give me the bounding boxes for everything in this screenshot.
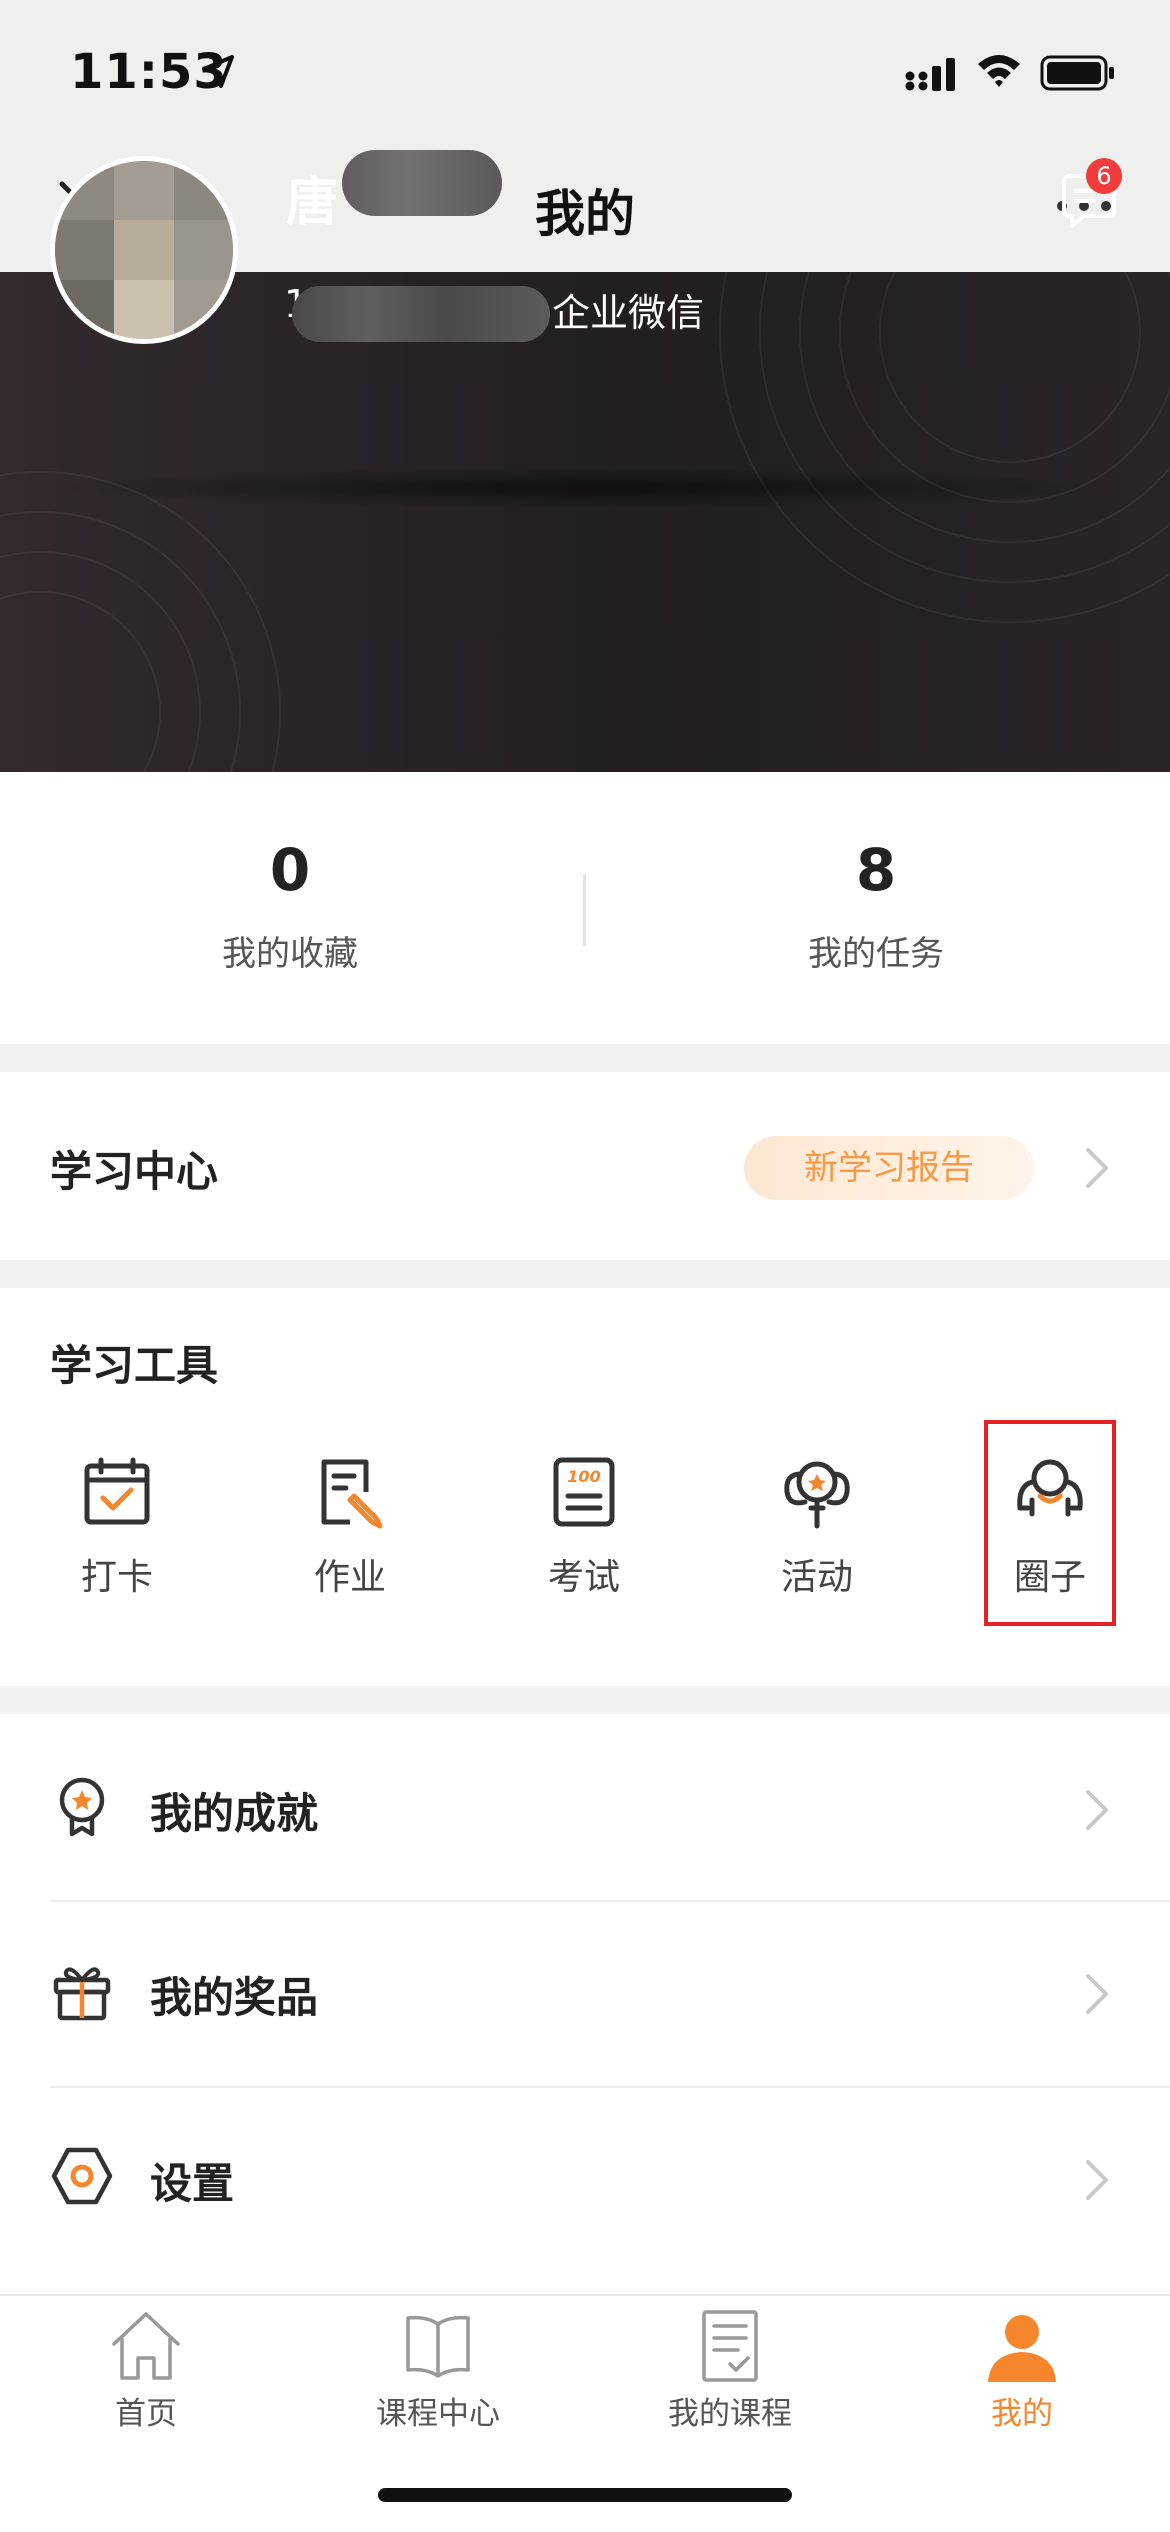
book-icon [406,2315,470,2378]
exam-icon: 100 [553,1457,615,1527]
wifi-icon [978,55,1020,87]
medal-icon [59,1777,105,1837]
profile-header [0,272,1170,772]
tab-home[interactable]: 首页 [0,2308,292,2433]
chevron-right-icon [1086,1790,1108,1830]
calendar-check-icon [84,1457,150,1525]
tool-homework-label: 作业 [313,1557,386,1598]
tool-checkin[interactable]: 打卡 [0,1452,234,1600]
user-name: 唐 [286,173,339,233]
location-arrow-icon [202,55,234,88]
org-mosaic [292,286,550,342]
favorites-count: 0 [269,836,311,904]
tasks-label: 我的任务 [808,934,944,974]
tab-mine-label: 我的 [991,2396,1053,2432]
chevron-right-icon [1086,1974,1108,2014]
stats-divider [583,874,586,946]
name-mosaic [342,150,502,216]
tab-mine[interactable]: 我的 [876,2308,1168,2433]
row-achievements-label: 我的成就 [150,1789,319,1838]
message-badge: 6 [1086,158,1122,194]
row-settings[interactable]: 设置 [0,2088,1170,2274]
tool-activity-label: 活动 [780,1557,853,1598]
tab-my-courses-label: 我的课程 [668,2396,792,2432]
tool-homework[interactable]: 作业 [233,1452,467,1600]
home-indicator [378,2488,792,2502]
tool-activity[interactable]: 活动 [700,1452,934,1600]
chevron-right-icon [1086,1148,1108,1188]
settings-icon [51,2147,113,2205]
learning-center-title: 学习中心 [50,1147,219,1196]
highlight-box [984,1420,1116,1626]
favorites-label: 我的收藏 [222,934,358,974]
tab-course-center[interactable]: 课程中心 [292,2308,584,2433]
avatar[interactable] [50,156,238,344]
header-decoration [0,272,1170,772]
course-list-icon [702,2310,758,2382]
row-prizes-label: 我的奖品 [150,1973,319,2022]
tab-course-center-label: 课程中心 [376,2396,500,2432]
learning-tools-title: 学习工具 [50,1341,219,1390]
tab-my-courses[interactable]: 我的课程 [584,2308,876,2433]
tab-home-label: 首页 [115,2396,177,2432]
tool-exam[interactable]: 100 考试 [467,1452,701,1600]
header-shadow [40,468,1130,508]
home-icon [112,2312,180,2380]
new-report-badge[interactable]: 新学习报告 [744,1136,1034,1200]
cellular-signal-icon [905,58,955,91]
battery-icon [1040,55,1114,91]
row-prizes[interactable]: 我的奖品 [0,1902,1170,2088]
activity-icon [784,1461,850,1529]
favorites-stat[interactable]: 0 我的收藏 [90,836,490,975]
gift-icon [53,1967,111,2021]
chevron-right-icon [1086,2160,1108,2200]
row-achievements[interactable]: 我的成就 [0,1714,1170,1900]
row-settings-label: 设置 [150,2159,235,2208]
profile-page: 11:53 我的 唐 企业微信 6 0 我的收藏 8 我的任务 学习中心 新学习… [0,0,1170,2532]
svg-text:100: 100 [567,1467,600,1486]
person-icon [988,2315,1056,2382]
tool-exam-label: 考试 [547,1557,620,1598]
tool-checkin-label: 打卡 [80,1557,153,1598]
user-org-suffix: 企业微信 [552,291,705,335]
tasks-count: 8 [855,836,897,904]
homework-icon [321,1459,383,1529]
tasks-stat[interactable]: 8 我的任务 [676,836,1076,975]
